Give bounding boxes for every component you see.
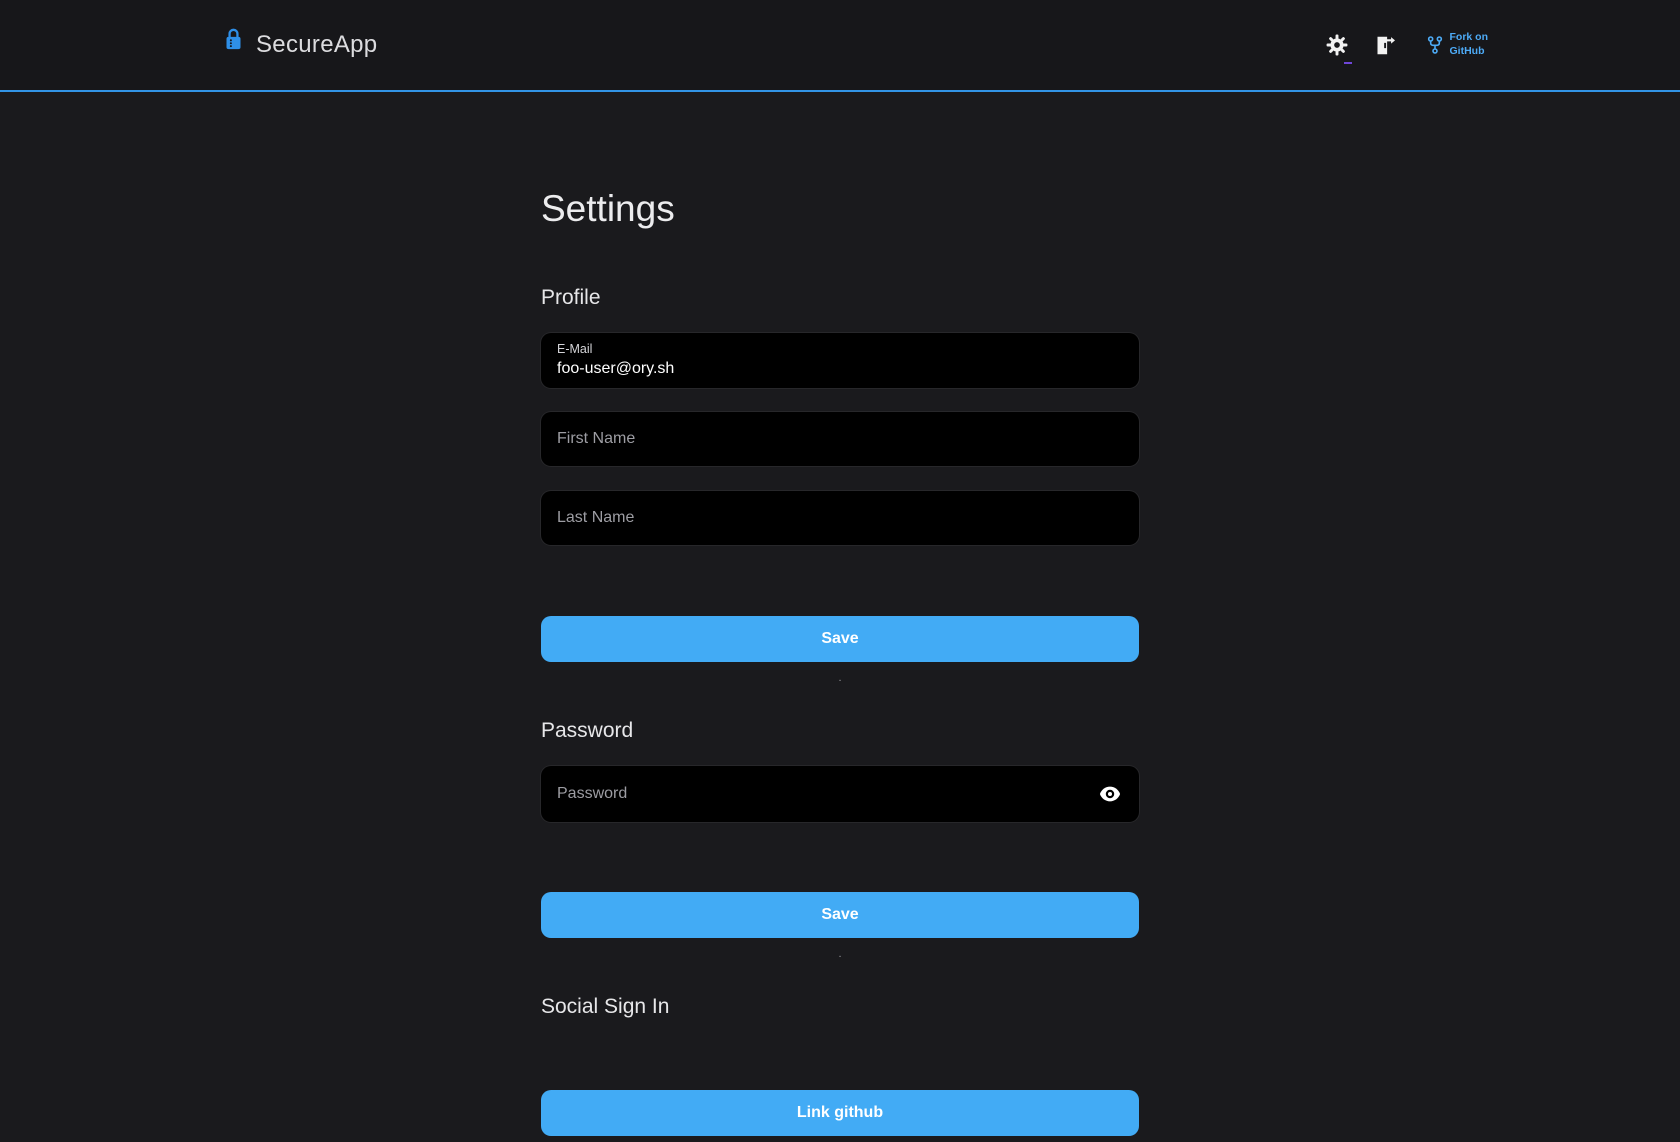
password-field: [541, 766, 1139, 822]
profile-heading: Profile: [541, 286, 1139, 310]
toggle-password-visibility-button[interactable]: [1095, 783, 1125, 806]
link-github-button[interactable]: Link github: [541, 1090, 1139, 1136]
last-name-input[interactable]: [541, 491, 1139, 545]
brand: SecureApp: [223, 26, 377, 64]
header-actions: Fork on GitHub: [1322, 30, 1489, 60]
profile-save-button[interactable]: Save: [541, 616, 1139, 662]
logout-button[interactable]: [1370, 31, 1399, 60]
page-title: Settings: [541, 188, 1139, 230]
password-save-button[interactable]: Save: [541, 892, 1139, 938]
text-cursor: [1344, 62, 1352, 64]
first-name-input[interactable]: [541, 412, 1139, 466]
section-divider-dot: .: [541, 951, 1139, 959]
email-input[interactable]: [557, 359, 1123, 379]
settings-page: Settings Profile E-Mail Save . Password …: [541, 92, 1139, 1136]
logout-icon: [1374, 35, 1395, 56]
git-fork-icon: [1427, 35, 1443, 55]
brand-name: SecureApp: [256, 31, 377, 59]
section-divider-dot: .: [541, 675, 1139, 683]
password-input[interactable]: [541, 766, 1139, 822]
email-field[interactable]: E-Mail: [541, 333, 1139, 388]
lock-icon: [223, 26, 244, 52]
email-label: E-Mail: [557, 342, 1123, 356]
password-heading: Password: [541, 719, 1139, 743]
social-sign-in-section: Social Sign In Link github: [541, 995, 1139, 1136]
eye-icon: [1099, 787, 1121, 802]
settings-gear-button[interactable]: [1322, 30, 1352, 60]
profile-section: Profile E-Mail Save .: [541, 286, 1139, 683]
social-sign-in-heading: Social Sign In: [541, 995, 1139, 1019]
password-section: Password Save .: [541, 719, 1139, 959]
gear-icon: [1326, 34, 1348, 56]
fork-on-github-link[interactable]: Fork on GitHub: [1427, 31, 1489, 58]
fork-link-label: Fork on GitHub: [1450, 31, 1489, 58]
app-header: SecureApp: [0, 0, 1680, 92]
